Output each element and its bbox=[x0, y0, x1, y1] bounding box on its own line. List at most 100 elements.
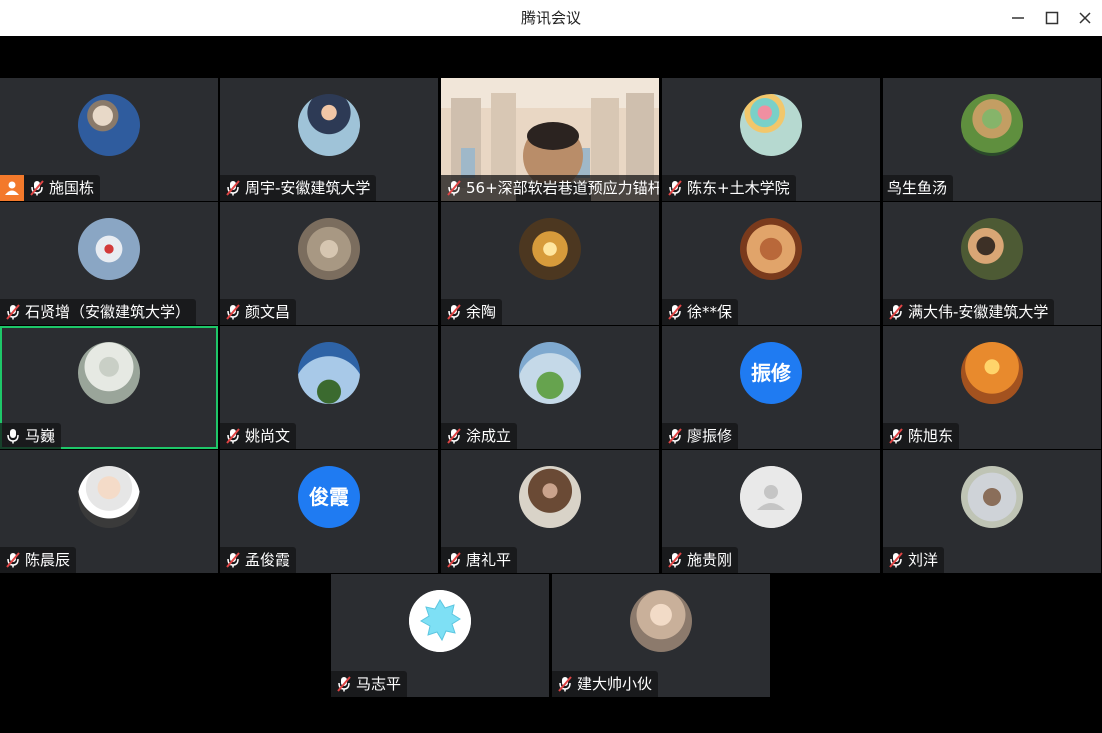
participant-name: 余陶 bbox=[466, 303, 497, 321]
avatar bbox=[298, 94, 360, 156]
microphone-muted-icon bbox=[445, 179, 463, 197]
close-icon[interactable] bbox=[1074, 7, 1096, 29]
microphone-muted-icon bbox=[224, 551, 242, 569]
default-avatar-icon bbox=[740, 466, 802, 528]
participant-name: 陈旭东 bbox=[908, 427, 954, 445]
name-label-bar: 周宇-安徽建筑大学 bbox=[220, 175, 377, 201]
participant-tile[interactable]: 涂成立 bbox=[441, 326, 659, 449]
avatar bbox=[78, 342, 140, 404]
participant-tile[interactable]: 俊霞 孟俊霞 bbox=[220, 450, 438, 573]
participant-name: 施国栋 bbox=[49, 179, 95, 197]
microphone-muted-icon bbox=[445, 427, 463, 445]
microphone-muted-icon bbox=[335, 675, 353, 693]
avatar bbox=[740, 218, 802, 280]
participant-tile[interactable]: 余陶 bbox=[441, 202, 659, 325]
avatar bbox=[78, 218, 140, 280]
microphone-muted-icon bbox=[4, 303, 22, 321]
microphone-muted-icon bbox=[224, 427, 242, 445]
participant-tile[interactable]: 唐礼平 bbox=[441, 450, 659, 573]
avatar bbox=[298, 218, 360, 280]
participant-name: 马巍 bbox=[25, 427, 56, 445]
microphone-muted-icon bbox=[666, 179, 684, 197]
name-label-bar: 鸟生鱼汤 bbox=[883, 175, 954, 201]
name-label-bar: 石贤增（安徽建筑大学） bbox=[0, 299, 197, 325]
microphone-muted-icon bbox=[224, 303, 242, 321]
name-label-bar: 马志平 bbox=[331, 671, 408, 697]
name-label-bar: 徐**保 bbox=[662, 299, 739, 325]
name-label-bar: 廖振修 bbox=[662, 423, 739, 449]
avatar bbox=[961, 94, 1023, 156]
participant-name: 徐**保 bbox=[687, 303, 733, 321]
participant-tile[interactable]: 周宇-安徽建筑大学 bbox=[220, 78, 438, 201]
avatar bbox=[519, 218, 581, 280]
participant-tile[interactable]: 鸟生鱼汤 bbox=[883, 78, 1101, 201]
participant-name: 满大伟-安徽建筑大学 bbox=[908, 303, 1049, 321]
microphone-muted-icon bbox=[887, 427, 905, 445]
name-label-bar: 唐礼平 bbox=[441, 547, 518, 573]
participant-tile[interactable]: 56+深部软岩巷道预应力锚杆 bbox=[441, 78, 659, 201]
name-label-bar: 陈东+土木学院 bbox=[662, 175, 796, 201]
microphone-muted-icon bbox=[556, 675, 574, 693]
microphone-muted-icon bbox=[887, 551, 905, 569]
avatar bbox=[78, 94, 140, 156]
microphone-muted-icon bbox=[666, 427, 684, 445]
avatar bbox=[519, 342, 581, 404]
participant-tile[interactable]: 姚尚文 bbox=[220, 326, 438, 449]
participant-tile[interactable]: 马志平 bbox=[331, 574, 549, 697]
name-label-bar: 刘洋 bbox=[883, 547, 945, 573]
participant-tile[interactable]: 振修廖振修 bbox=[662, 326, 880, 449]
window-title: 腾讯会议 bbox=[520, 9, 581, 27]
participant-tile[interactable]: 陈晨辰 bbox=[0, 450, 218, 573]
participant-name: 马志平 bbox=[356, 675, 402, 693]
participant-tile[interactable]: 颜文昌 bbox=[220, 202, 438, 325]
maximize-icon[interactable] bbox=[1041, 7, 1063, 29]
name-label-bar: 满大伟-安徽建筑大学 bbox=[883, 299, 1055, 325]
participant-tile[interactable]: 陈东+土木学院 bbox=[662, 78, 880, 201]
microphone-muted-icon bbox=[666, 303, 684, 321]
microphone-muted-icon bbox=[445, 303, 463, 321]
name-label-bar: 建大帅小伙 bbox=[552, 671, 659, 697]
host-user-icon bbox=[0, 175, 24, 201]
microphone-muted-icon bbox=[4, 551, 22, 569]
avatar-initials: 振修 bbox=[740, 342, 802, 404]
name-label-bar: 56+深部软岩巷道预应力锚杆 bbox=[441, 175, 659, 201]
participant-tile[interactable]: 石贤增（安徽建筑大学） bbox=[0, 202, 218, 325]
name-label-bar: 陈晨辰 bbox=[0, 547, 77, 573]
participant-tile[interactable]: 施国栋 bbox=[0, 78, 218, 201]
participant-name: 姚尚文 bbox=[245, 427, 291, 445]
participant-name: 唐礼平 bbox=[466, 551, 512, 569]
avatar bbox=[961, 342, 1023, 404]
name-label-bar: 施国栋 bbox=[0, 175, 101, 201]
participant-tile[interactable]: 徐**保 bbox=[662, 202, 880, 325]
microphone-muted-icon bbox=[666, 551, 684, 569]
avatar bbox=[740, 94, 802, 156]
name-label-bar: 施贵刚 bbox=[662, 547, 739, 573]
participant-tile[interactable]: 满大伟-安徽建筑大学 bbox=[883, 202, 1101, 325]
participant-name: 鸟生鱼汤 bbox=[887, 179, 948, 197]
name-label-bar: 马巍 bbox=[0, 423, 62, 449]
name-label-bar: 涂成立 bbox=[441, 423, 518, 449]
avatar bbox=[78, 466, 140, 528]
participant-tile[interactable]: 建大帅小伙 bbox=[552, 574, 770, 697]
name-label-bar: 孟俊霞 bbox=[220, 547, 297, 573]
name-label-bar: 余陶 bbox=[441, 299, 503, 325]
participant-name: 陈东+土木学院 bbox=[687, 179, 790, 197]
microphone-muted-icon bbox=[28, 179, 46, 197]
participant-name: 周宇-安徽建筑大学 bbox=[245, 179, 371, 197]
snowflake-avatar-icon bbox=[409, 590, 471, 652]
avatar bbox=[298, 342, 360, 404]
participant-name: 施贵刚 bbox=[687, 551, 733, 569]
participant-tile[interactable]: 施贵刚 bbox=[662, 450, 880, 573]
participant-name: 石贤增（安徽建筑大学） bbox=[25, 303, 191, 321]
participant-tile[interactable]: 陈旭东 bbox=[883, 326, 1101, 449]
participant-name: 廖振修 bbox=[687, 427, 733, 445]
avatar bbox=[961, 218, 1023, 280]
name-label-bar: 姚尚文 bbox=[220, 423, 297, 449]
participant-tile[interactable]: 马巍 bbox=[0, 326, 218, 449]
participant-grid: 施国栋 周宇-安徽建筑大学 56+深部软岩巷道预应力锚杆 陈东+土木学院 鸟生鱼汤石贤增… bbox=[0, 78, 1102, 698]
minimize-icon[interactable] bbox=[1007, 7, 1029, 29]
participant-name: 陈晨辰 bbox=[25, 551, 71, 569]
participant-tile[interactable]: 刘洋 bbox=[883, 450, 1101, 573]
name-label-bar: 陈旭东 bbox=[883, 423, 960, 449]
avatar-initials: 俊霞 bbox=[298, 466, 360, 528]
